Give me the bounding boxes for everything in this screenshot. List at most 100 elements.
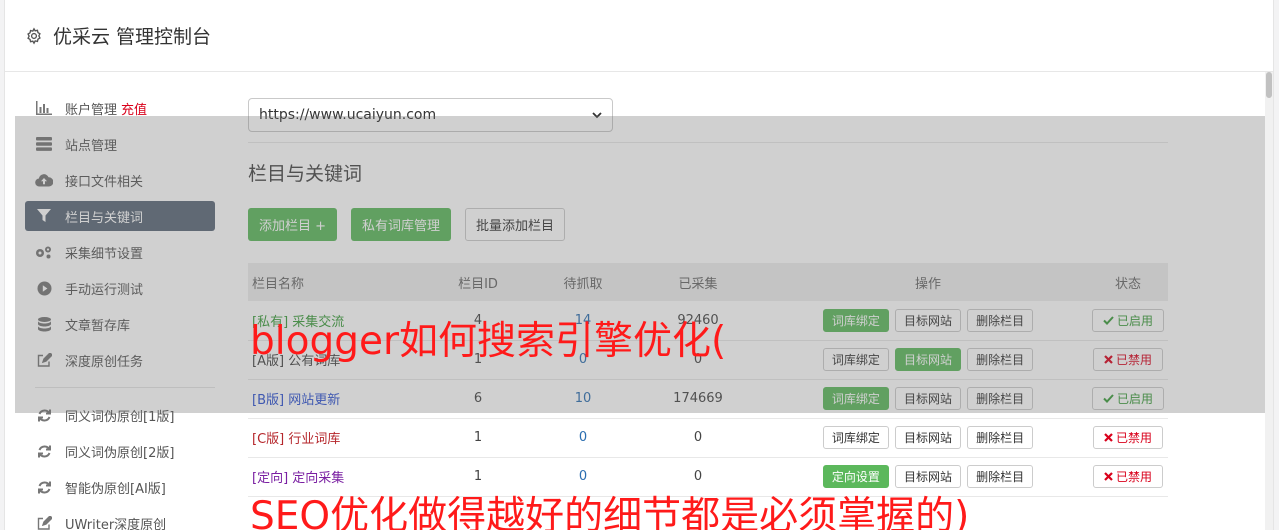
sidebar-item-deep-original-task[interactable]: 深度原创任务 (25, 345, 215, 375)
check-icon (1103, 316, 1114, 325)
column-tag: [A版] (252, 354, 285, 369)
column-name: 定向采集 (292, 471, 345, 486)
sidebar-item-sites[interactable]: 站点管理 (25, 129, 215, 159)
edit-icon (35, 352, 53, 368)
pending-count-cell: 14 (538, 301, 628, 341)
actions-cell: 词库绑定 目标网站 删除栏目 (768, 418, 1088, 458)
actions-cell: 定向设置 目标网站 删除栏目 (768, 457, 1088, 497)
server-icon (35, 136, 53, 152)
sidebar-item-label: 同义词伪原创[2版] (65, 445, 175, 461)
sidebar-item-interface-files[interactable]: 接口文件相关 (25, 165, 215, 195)
sidebar-item-label: UWriter深度原创 (65, 517, 167, 530)
status-toggle-button[interactable]: 已禁用 (1092, 465, 1163, 488)
app-title: 优采云 管理控制台 (53, 26, 212, 48)
sidebar-item-account[interactable]: 账户管理 充值 (25, 93, 215, 123)
status-toggle-button[interactable]: 已禁用 (1092, 348, 1163, 371)
sidebar-item-synonym-v1[interactable]: 同义词伪原创[1版] (25, 400, 215, 430)
sidebar-item-label: 智能伪原创[AI版] (65, 481, 166, 497)
bind-library-button[interactable]: 定向设置 (822, 465, 889, 488)
columns-table: 栏目名称 栏目ID 待抓取 已采集 操作 状态 [私有] 采集交流 4 14 9246… (248, 263, 1168, 497)
sidebar-item-label: 接口文件相关 (65, 174, 144, 190)
sidebar-item-ai-rewrite[interactable]: 智能伪原创[AI版] (25, 472, 215, 502)
pending-count-cell: 10 (538, 379, 628, 419)
target-site-button[interactable]: 目标网站 (894, 387, 961, 410)
column-name-cell[interactable]: [私有] 采集交流 (248, 301, 418, 341)
status-label: 已禁用 (1115, 431, 1152, 445)
refresh-icon (35, 443, 53, 459)
status-toggle-button[interactable]: 已启用 (1091, 308, 1164, 332)
page-title: 栏目与关键词 (248, 163, 363, 185)
column-name: 行业词库 (288, 432, 341, 447)
column-id-cell: 4 (418, 301, 538, 341)
status-toggle-button[interactable]: 已启用 (1091, 387, 1164, 410)
column-tag: [定向] (252, 471, 289, 486)
batch-add-column-button[interactable]: 批量添加栏目 (465, 208, 566, 241)
scrollbar-thumb[interactable] (1266, 72, 1272, 98)
close-icon (1104, 472, 1113, 481)
status-label: 已启用 (1116, 313, 1153, 328)
delete-column-button[interactable]: 删除栏目 (967, 426, 1034, 449)
sidebar-item-synonym-v2[interactable]: 同义词伪原创[2版] (25, 436, 215, 466)
filter-icon (35, 208, 53, 224)
delete-column-button[interactable]: 删除栏目 (967, 387, 1034, 410)
delete-column-button[interactable]: 删除栏目 (967, 308, 1034, 332)
column-name-cell[interactable]: [C版] 行业词库 (248, 418, 418, 458)
column-name: 网站更新 (288, 393, 341, 408)
add-column-button[interactable]: 添加栏目 + (248, 208, 338, 241)
gear-icon (27, 27, 41, 44)
target-site-button[interactable]: 目标网站 (894, 348, 961, 371)
table-row: [A版] 公有词库 1 0 0 词库绑定 目标网站 删除栏目 已禁用 (248, 340, 1168, 380)
status-toggle-button[interactable]: 已禁用 (1092, 426, 1163, 449)
sidebar-divider (35, 387, 215, 388)
sidebar-item-collect-settings[interactable]: 采集细节设置 (25, 237, 215, 267)
actions-cell: 词库绑定 目标网站 删除栏目 (768, 379, 1088, 419)
delete-column-button[interactable]: 删除栏目 (967, 465, 1034, 488)
actions-cell: 词库绑定 目标网站 删除栏目 (768, 340, 1088, 380)
collected-count-cell: 0 (628, 340, 768, 380)
column-header-collected: 已采集 (678, 276, 718, 292)
column-name-cell[interactable]: [定向] 定向采集 (248, 457, 418, 497)
column-id-cell: 1 (418, 418, 538, 458)
target-site-button[interactable]: 目标网站 (894, 465, 961, 488)
sidebar-item-uwriter[interactable]: UWriter深度原创 (25, 508, 215, 530)
bind-library-button[interactable]: 词库绑定 (822, 387, 889, 410)
sidebar-item-columns-keywords[interactable]: 栏目与关键词 (25, 201, 215, 231)
edit-icon (35, 515, 53, 530)
delete-column-button[interactable]: 删除栏目 (967, 348, 1034, 371)
sidebar-item-manual-run[interactable]: 手动运行测试 (25, 273, 215, 303)
page-scrollbar[interactable] (1265, 72, 1273, 530)
column-id-cell: 6 (418, 379, 538, 419)
status-cell: 已禁用 (1088, 418, 1168, 458)
console-frame: 优采云 管理控制台 账户管理 充值 站点管理 接口文件相关 栏目与关键词 采集细… (4, 0, 1274, 530)
target-site-button[interactable]: 目标网站 (894, 426, 961, 449)
column-tag: [B版] (252, 393, 285, 408)
status-cell: 已启用 (1088, 379, 1168, 419)
private-library-button[interactable]: 私有词库管理 (351, 208, 452, 241)
bind-library-button[interactable]: 词库绑定 (822, 426, 889, 449)
column-header-status: 状态 (1114, 276, 1141, 292)
column-name-cell[interactable]: [B版] 网站更新 (248, 379, 418, 419)
table-row: [B版] 网站更新 6 10 174669 词库绑定 目标网站 删除栏目 已启用 (248, 379, 1168, 419)
bind-library-button[interactable]: 词库绑定 (822, 308, 889, 332)
bind-library-button[interactable]: 词库绑定 (822, 348, 889, 371)
site-select[interactable]: https://www.ucaiyun.com (248, 98, 613, 132)
column-name-cell[interactable]: [A版] 公有词库 (248, 340, 418, 380)
recharge-link[interactable]: 充值 (121, 99, 147, 118)
close-icon (1104, 433, 1113, 442)
sidebar-item-label: 手动运行测试 (65, 282, 144, 298)
site-select-value: https://www.ucaiyun.com (259, 107, 437, 123)
collected-count-cell: 174669 (628, 379, 768, 419)
sidebar-item-article-storage[interactable]: 文章暂存库 (25, 309, 215, 339)
cloud-upload-icon (35, 172, 53, 188)
column-header-pending: 待抓取 (563, 276, 603, 292)
collected-count-cell: 92460 (628, 301, 768, 341)
target-site-button[interactable]: 目标网站 (894, 308, 961, 332)
sidebar-item-label: 站点管理 (65, 138, 118, 154)
table-row: [定向] 定向采集 1 0 0 定向设置 目标网站 删除栏目 已禁用 (248, 457, 1168, 497)
status-cell: 已禁用 (1088, 457, 1168, 497)
status-cell: 已禁用 (1088, 340, 1168, 380)
sidebar-item-label: 账户管理 (65, 102, 118, 118)
pending-count-cell: 0 (538, 340, 628, 380)
check-icon (1103, 394, 1114, 403)
column-id-cell: 1 (418, 457, 538, 497)
